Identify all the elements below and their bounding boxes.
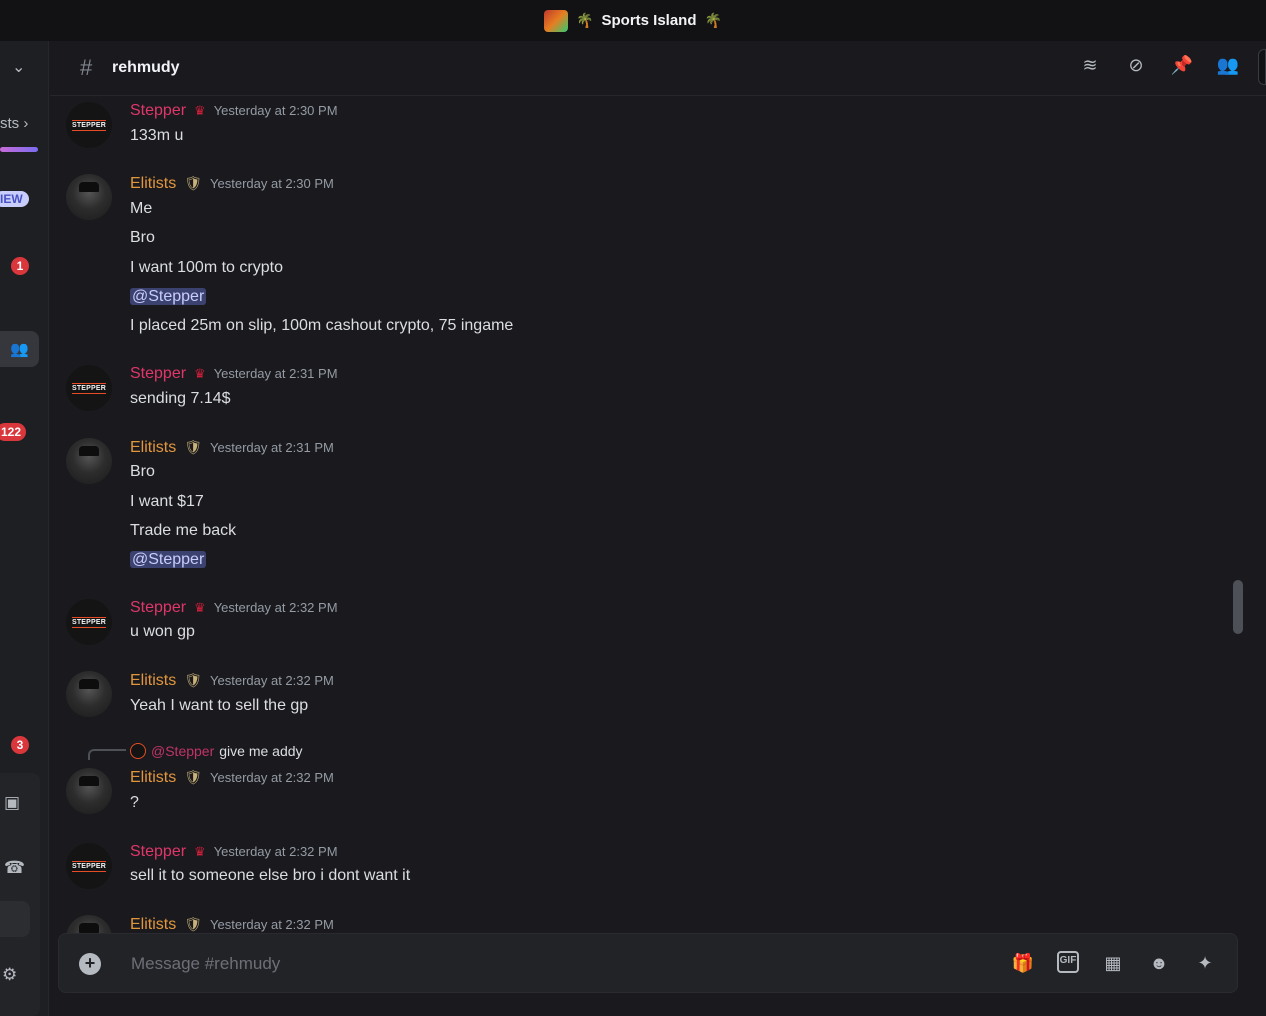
message-text: Bro	[130, 229, 155, 246]
server-title: Sports Island	[601, 12, 697, 29]
user-panel: ▣ ☎ ⚙	[0, 773, 40, 1016]
message-text: ?	[130, 794, 139, 811]
new-badge: IEW	[0, 191, 29, 207]
add-user-icon: 👥	[10, 341, 29, 358]
title-bar: 🌴 Sports Island 🌴	[0, 0, 1266, 41]
palm-left-emoji: 🌴	[576, 12, 594, 28]
crown-icon: ♛	[194, 600, 206, 615]
reply-spine	[88, 749, 126, 760]
server-icon	[544, 9, 569, 32]
reply-text: give me addy	[219, 743, 303, 759]
apps-icon[interactable]: ✦	[1193, 951, 1217, 975]
username[interactable]: Elitists	[130, 769, 176, 787]
boost-progress-bar	[0, 147, 38, 152]
message-text: Yeah I want to sell the gp	[130, 697, 309, 714]
shield-badge-icon: 🛡	[184, 175, 203, 191]
user-mention[interactable]: @Stepper	[130, 551, 207, 568]
avatar[interactable]: STEPPER	[66, 365, 112, 411]
username[interactable]: Elitists	[130, 672, 176, 690]
shield-badge-icon: 🛡	[184, 916, 203, 932]
message-list: STEPPER Stepper ♛ Yesterday at 2:30 PM 1…	[50, 96, 1248, 933]
shield-badge-icon: 🛡	[184, 769, 203, 785]
username[interactable]: Elitists	[130, 175, 176, 193]
avatar[interactable]: STEPPER	[66, 599, 112, 645]
message-text: Me	[130, 200, 153, 217]
timestamp: Yesterday at 2:32 PM	[210, 917, 334, 932]
crown-icon: ♛	[194, 844, 206, 859]
timestamp: Yesterday at 2:32 PM	[210, 770, 334, 785]
avatar[interactable]: STEPPER	[66, 843, 112, 889]
shield-badge-icon: 🛡	[184, 439, 203, 455]
avatar[interactable]: STEPPER	[66, 102, 112, 148]
scrollbar-track[interactable]	[1232, 96, 1244, 933]
sidebar-partial-label[interactable]: sts ›	[0, 115, 28, 132]
screen-share-icon[interactable]: ▣	[4, 793, 20, 813]
threads-icon[interactable]: ≋	[1078, 55, 1102, 76]
crown-icon: ♛	[194, 366, 206, 381]
reply-author[interactable]: @Stepper	[151, 743, 214, 759]
timestamp: Yesterday at 2:30 PM	[213, 103, 338, 118]
channel-name: rehmudy	[112, 59, 180, 76]
gif-icon[interactable]: GIF	[1057, 951, 1079, 973]
avatar[interactable]	[66, 438, 112, 484]
emoji-icon[interactable]: ☻	[1147, 951, 1171, 975]
reply-avatar	[130, 743, 146, 759]
username[interactable]: Elitists	[130, 439, 176, 457]
add-attachment-button[interactable]: +	[79, 953, 101, 975]
timestamp: Yesterday at 2:32 PM	[213, 844, 338, 859]
add-member-button[interactable]: 👥	[0, 331, 39, 367]
mute-icon[interactable]: ⊘	[1124, 55, 1148, 76]
message-text: Bro	[130, 463, 155, 480]
shield-badge-icon: 🛡	[184, 672, 203, 688]
username[interactable]: Stepper	[130, 599, 186, 617]
channel-sidebar: ⌄ sts › IEW 1 👥 122 3 ▣ ☎ ⚙	[0, 41, 49, 1016]
username[interactable]: Elitists	[130, 916, 176, 933]
message-input[interactable]	[131, 951, 981, 977]
reply-preview[interactable]: @Stepper give me addy	[130, 743, 303, 759]
username[interactable]: Stepper	[130, 843, 186, 861]
gift-icon[interactable]: 🎁	[1011, 951, 1035, 975]
disconnect-icon[interactable]: ☎	[4, 858, 25, 878]
search-box-edge[interactable]	[1258, 49, 1266, 85]
palm-right-emoji: 🌴	[704, 12, 722, 28]
message-text: I want 100m to crypto	[130, 259, 283, 276]
sticker-icon[interactable]: ▦	[1101, 951, 1125, 975]
message-text: u won gp	[130, 623, 195, 640]
message-text: Trade me back	[130, 522, 237, 539]
unread-badge: 3	[11, 736, 29, 754]
channel-hash-icon: #	[80, 55, 93, 80]
crown-icon: ♛	[194, 103, 206, 118]
username[interactable]: Stepper	[130, 102, 186, 120]
gear-icon[interactable]: ⚙	[2, 965, 17, 985]
timestamp: Yesterday at 2:30 PM	[210, 176, 334, 191]
unread-badge: 122	[0, 423, 27, 441]
timestamp: Yesterday at 2:31 PM	[210, 440, 334, 455]
scrollbar-thumb[interactable]	[1233, 580, 1243, 634]
message-text: sell it to someone else bro i dont want …	[130, 867, 411, 884]
message-text: I want $17	[130, 493, 204, 510]
chevron-down-icon[interactable]: ⌄	[12, 57, 25, 77]
username[interactable]: Stepper	[130, 365, 186, 383]
user-mention[interactable]: @Stepper	[130, 288, 207, 305]
timestamp: Yesterday at 2:32 PM	[213, 600, 338, 615]
unread-badge: 1	[11, 257, 29, 275]
channel-header: # rehmudy ≋ ⊘ 📌 👥	[50, 41, 1266, 96]
timestamp: Yesterday at 2:32 PM	[210, 673, 334, 688]
message-text: 133m u	[130, 127, 184, 144]
avatar[interactable]	[66, 768, 112, 814]
avatar[interactable]	[66, 671, 112, 717]
message-composer: + 🎁 GIF ▦ ☻ ✦	[58, 933, 1238, 993]
members-icon[interactable]: 👥	[1216, 55, 1240, 76]
message-text: I placed 25m on slip, 100m cashout crypt…	[130, 317, 514, 334]
avatar[interactable]	[66, 915, 112, 933]
voice-slot[interactable]	[0, 901, 30, 937]
pin-icon[interactable]: 📌	[1170, 55, 1194, 76]
avatar[interactable]	[66, 174, 112, 220]
message-text: sending 7.14$	[130, 390, 231, 407]
timestamp: Yesterday at 2:31 PM	[213, 366, 338, 381]
